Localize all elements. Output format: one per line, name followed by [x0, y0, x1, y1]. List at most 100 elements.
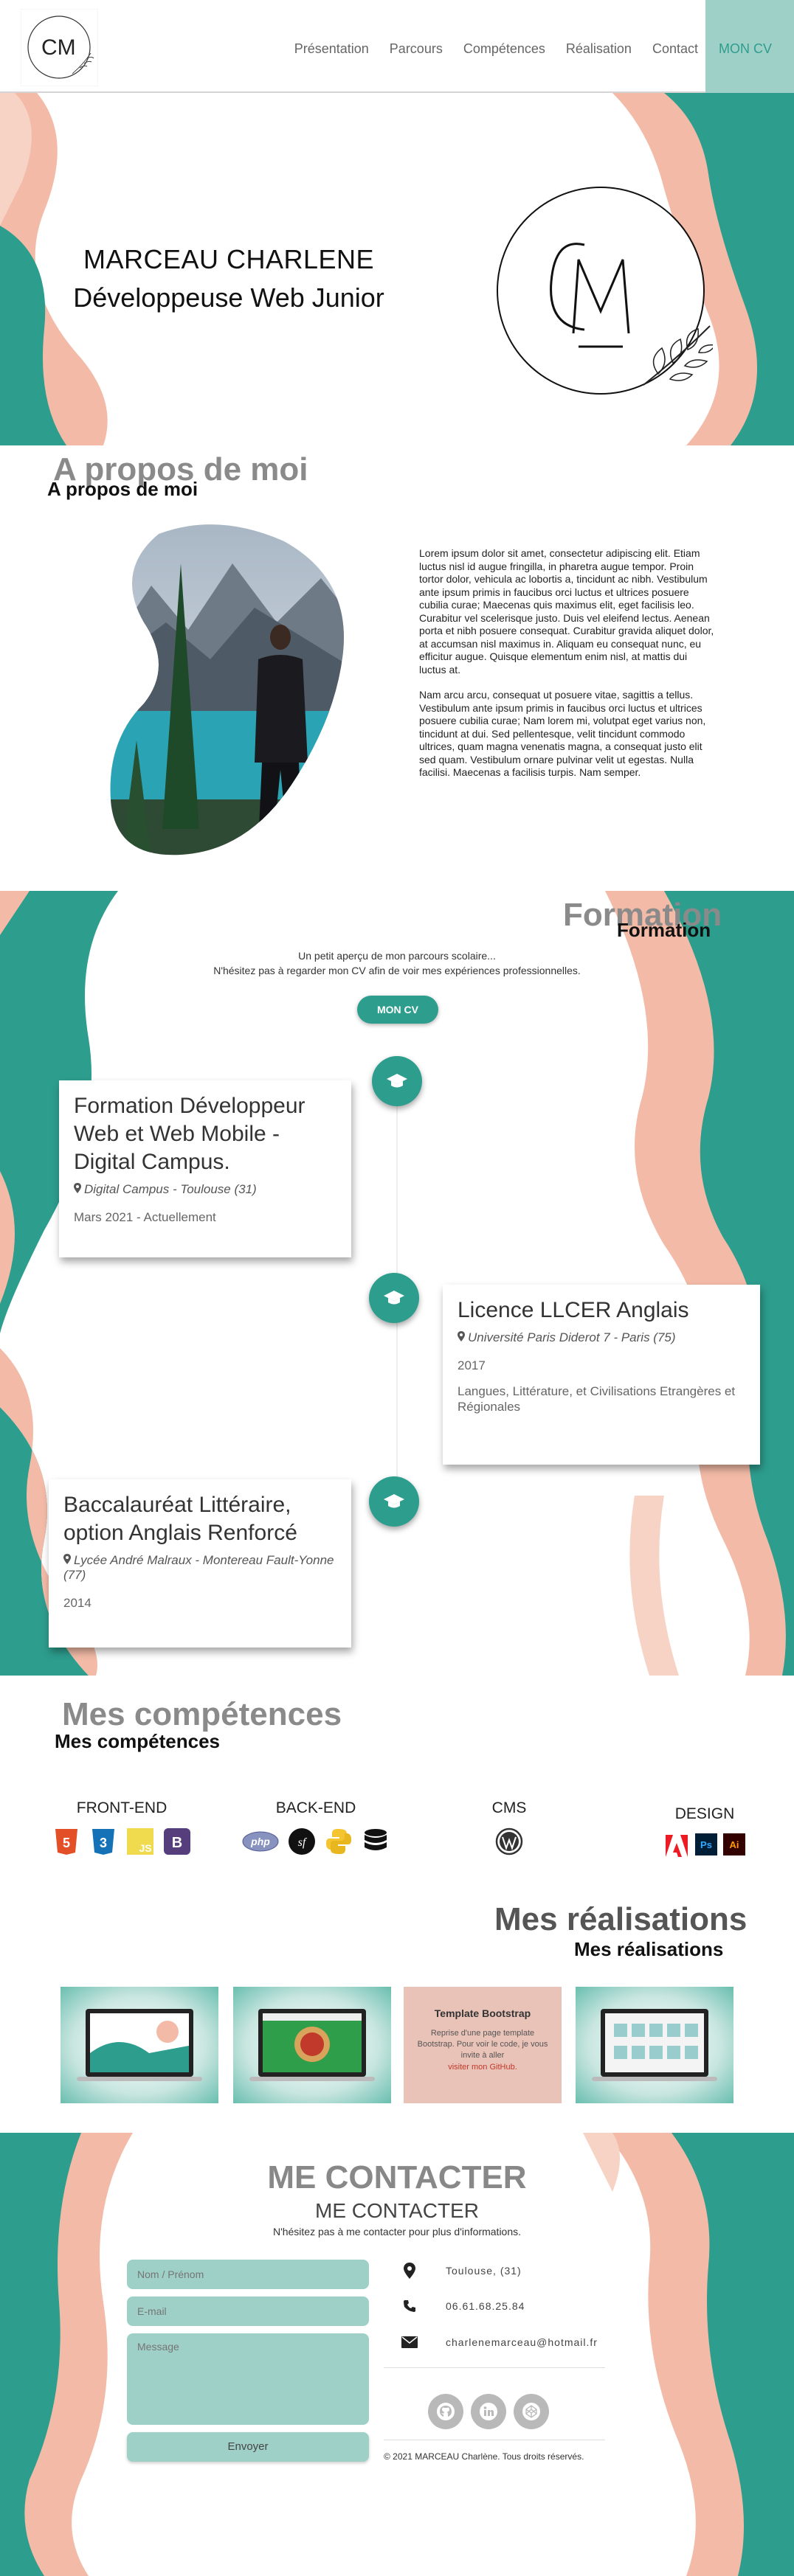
svg-text:JS: JS [139, 1842, 151, 1854]
illustrator-icon: Ai [723, 1833, 745, 1855]
message-field[interactable] [127, 2333, 369, 2425]
linkedin-button[interactable] [471, 2394, 506, 2429]
contact-divider-top [384, 2367, 605, 2368]
projects-title-shadow: Mes réalisations [494, 1901, 748, 1937]
graduation-cap-icon [384, 1494, 404, 1508]
about-paragraph-1: Lorem ipsum dolor sit amet, consectetur … [419, 547, 714, 676]
nav-link-presentation[interactable]: Présentation [294, 41, 369, 57]
python-icon [326, 1829, 351, 1854]
contact-section: ME CONTACTER ME CONTACTER N'hésitez pas … [0, 2133, 794, 2576]
formation-card-title: Baccalauréat Littéraire, option Anglais … [63, 1493, 297, 1545]
graduation-cap-icon [384, 1291, 404, 1305]
cv-button[interactable]: MON CV [357, 996, 438, 1024]
formation-card-date: Mars 2021 - Actuellement [74, 1210, 216, 1224]
formation-card-date: 2014 [63, 1596, 92, 1610]
formation-card-place: Digital Campus - Toulouse (31) [74, 1182, 336, 1197]
logo-icon[interactable]: CM [21, 9, 98, 86]
photoshop-icon: Ps [695, 1833, 717, 1855]
skill-group-backend: BACK-END php sf [235, 1799, 397, 1855]
formation-card-place-text: Digital Campus - Toulouse (31) [84, 1182, 257, 1196]
contact-title: ME CONTACTER [315, 2199, 479, 2222]
skill-label: BACK-END [275, 1799, 356, 1816]
svg-text:5: 5 [63, 1836, 70, 1850]
timeline-dot-3 [369, 1476, 419, 1527]
phone-icon [404, 2300, 415, 2312]
svg-text:3: 3 [100, 1836, 107, 1850]
project-card-1[interactable] [61, 1987, 218, 2103]
project-template-link[interactable]: visiter mon GitHub. [414, 2063, 551, 2072]
skill-label: CMS [491, 1799, 527, 1816]
skill-group-frontend: FRONT-END 5 3 JS B [44, 1799, 199, 1855]
map-pin-icon [74, 1183, 81, 1193]
nav-link-parcours[interactable]: Parcours [390, 41, 443, 57]
hero-subtitle: Développeuse Web Junior [73, 282, 384, 313]
project-card-2[interactable] [233, 1987, 391, 2103]
skills-title: Mes compétences [55, 1730, 220, 1752]
symfony-icon: sf [289, 1828, 315, 1855]
name-field[interactable] [127, 2260, 369, 2289]
projects-section: Mes réalisations Mes réalisations Templa… [0, 1897, 794, 2133]
hero-logo-icon [497, 187, 713, 395]
nav-link-realisation[interactable]: Réalisation [566, 41, 632, 57]
html5-icon: 5 [55, 1829, 77, 1855]
envelope-icon [401, 2336, 418, 2348]
project-card-4[interactable] [576, 1987, 733, 2103]
formation-card-title: Formation Développeur Web et Web Mobile … [74, 1094, 305, 1174]
copyright: © 2021 MARCEAU Charlène. Tous droits rés… [384, 2451, 584, 2462]
about-title: A propos de moi [47, 478, 198, 500]
formation-intro: Un petit aperçu de mon parcours scolaire… [0, 948, 794, 978]
skill-group-design: DESIGN Ps Ai [649, 1805, 760, 1858]
map-pin-icon [63, 1554, 71, 1564]
svg-text:Ai: Ai [730, 1839, 739, 1850]
formation-card-place: Université Paris Diderot 7 - Paris (75) [458, 1330, 745, 1345]
php-icon: php [242, 1831, 279, 1852]
project-template-desc: Reprise d'une page template Bootstrap. P… [417, 2029, 548, 2060]
svg-text:B: B [172, 1835, 182, 1851]
map-pin-icon [458, 1331, 465, 1341]
nav-link-contact[interactable]: Contact [652, 41, 698, 57]
logo-letters: CM [41, 35, 76, 60]
timeline-dot-2 [369, 1273, 419, 1323]
email-field[interactable] [127, 2296, 369, 2326]
contact-email: charlenemarceau@hotmail.fr [398, 2336, 642, 2348]
navbar: CM Présentation Parcours Compétences Réa… [0, 0, 794, 93]
send-button[interactable]: Envoyer [127, 2432, 369, 2462]
projects-title: Mes réalisations [574, 1938, 724, 1960]
codepen-icon [522, 2403, 540, 2420]
contact-location-text: Toulouse, (31) [446, 2265, 522, 2277]
skill-group-cms: CMS [472, 1799, 546, 1855]
skill-label: DESIGN [674, 1805, 735, 1822]
formation-intro-line-1: Un petit aperçu de mon parcours scolaire… [298, 950, 496, 962]
hero-title: MARCEAU CHARLENE Développeuse Web Junior [0, 244, 458, 313]
contact-title-shadow: ME CONTACTER [267, 2159, 527, 2195]
project-template-title: Template Bootstrap [434, 2007, 531, 2019]
contact-phone: 06.61.68.25.84 [398, 2299, 642, 2313]
nav-link-cv[interactable]: MON CV [719, 41, 772, 57]
formation-card-date: 2017 [458, 1358, 486, 1372]
formation-card-1: Formation Développeur Web et Web Mobile … [59, 1080, 351, 1257]
database-icon [365, 1829, 387, 1850]
skill-label: FRONT-END [76, 1799, 168, 1816]
contact-email-text: charlenemarceau@hotmail.fr [446, 2336, 598, 2348]
about-text: Lorem ipsum dolor sit amet, consectetur … [419, 547, 714, 780]
nav-link-competences[interactable]: Compétences [463, 41, 545, 57]
contact-intro: N'hésitez pas à me contacter pour plus d… [272, 2226, 522, 2237]
contact-location: Toulouse, (31) [398, 2263, 642, 2279]
css3-icon: 3 [92, 1829, 114, 1855]
skills-section: Mes compétences Mes compétences FRONT-EN… [0, 1676, 794, 1897]
skills-title-shadow: Mes compétences [62, 1696, 342, 1732]
linkedin-icon [480, 2403, 497, 2420]
formation-section: Formation Formation Un petit aperçu de m… [0, 891, 794, 1676]
wordpress-icon [495, 1827, 523, 1855]
formation-intro-line-2: N'hésitez pas à regarder mon CV afin de … [213, 965, 581, 976]
github-button[interactable] [428, 2394, 463, 2429]
hero-name: MARCEAU CHARLENE [83, 244, 375, 274]
svg-text:Ps: Ps [700, 1839, 712, 1850]
js-icon: JS [127, 1828, 153, 1855]
timeline-dot-1 [372, 1056, 422, 1106]
codepen-button[interactable] [514, 2394, 549, 2429]
formation-card-place: Lycée André Malraux - Montereau Fault-Yo… [63, 1553, 336, 1583]
formation-card-3: Baccalauréat Littéraire, option Anglais … [49, 1479, 351, 1648]
project-card-3[interactable]: Template Bootstrap Reprise d'une page te… [404, 1987, 562, 2103]
formation-title: Formation [617, 919, 711, 941]
